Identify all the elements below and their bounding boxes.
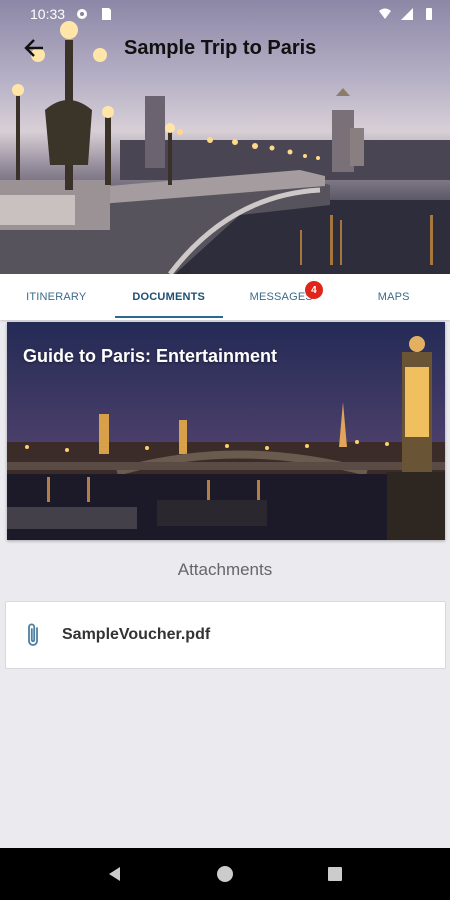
messages-count-badge: 4 <box>305 281 323 299</box>
triangle-back-icon <box>109 867 120 881</box>
status-bar: 10:33 <box>0 0 450 28</box>
tab-bar: ITINERARY DOCUMENTS MESSAGES 4 MAPS <box>0 274 450 320</box>
guide-title: Guide to Paris: Entertainment <box>23 346 278 366</box>
tab-maps[interactable]: MAPS <box>338 274 450 320</box>
app-bar: Sample Trip to Paris <box>0 28 450 68</box>
tab-documents[interactable]: DOCUMENTS <box>113 274 226 320</box>
tab-label: DOCUMENTS <box>132 291 206 303</box>
tab-label: MAPS <box>377 291 410 303</box>
guide-card[interactable]: Guide to Paris: Entertainment <box>7 322 445 540</box>
back-button[interactable] <box>14 28 54 68</box>
page-title: Sample Trip to Paris <box>124 36 317 59</box>
paperclip-icon <box>28 623 38 646</box>
tab-itinerary[interactable]: ITINERARY <box>0 274 113 320</box>
square-recents-icon <box>328 867 342 881</box>
nav-recents-button[interactable] <box>315 854 355 894</box>
signal-icon <box>401 8 413 20</box>
nav-back-button[interactable] <box>95 854 135 894</box>
tab-label: ITINERARY <box>26 291 87 303</box>
attachments-heading: Attachments <box>177 560 273 579</box>
sd-card-icon <box>102 8 112 20</box>
status-time: 10:33 <box>30 6 66 22</box>
attachment-filename: SampleVoucher.pdf <box>62 626 211 643</box>
tab-label: MESSAGES <box>249 291 313 303</box>
attachment-item[interactable]: SampleVoucher.pdf <box>5 601 446 669</box>
settings-gear-icon <box>77 9 88 19</box>
arrow-back-icon <box>24 39 43 57</box>
tab-messages[interactable]: MESSAGES 4 <box>225 274 338 320</box>
nav-home-button[interactable] <box>205 854 245 894</box>
system-nav-bar <box>0 848 450 900</box>
circle-home-icon <box>217 866 233 882</box>
battery-icon <box>426 8 432 20</box>
wifi-icon <box>379 8 391 19</box>
